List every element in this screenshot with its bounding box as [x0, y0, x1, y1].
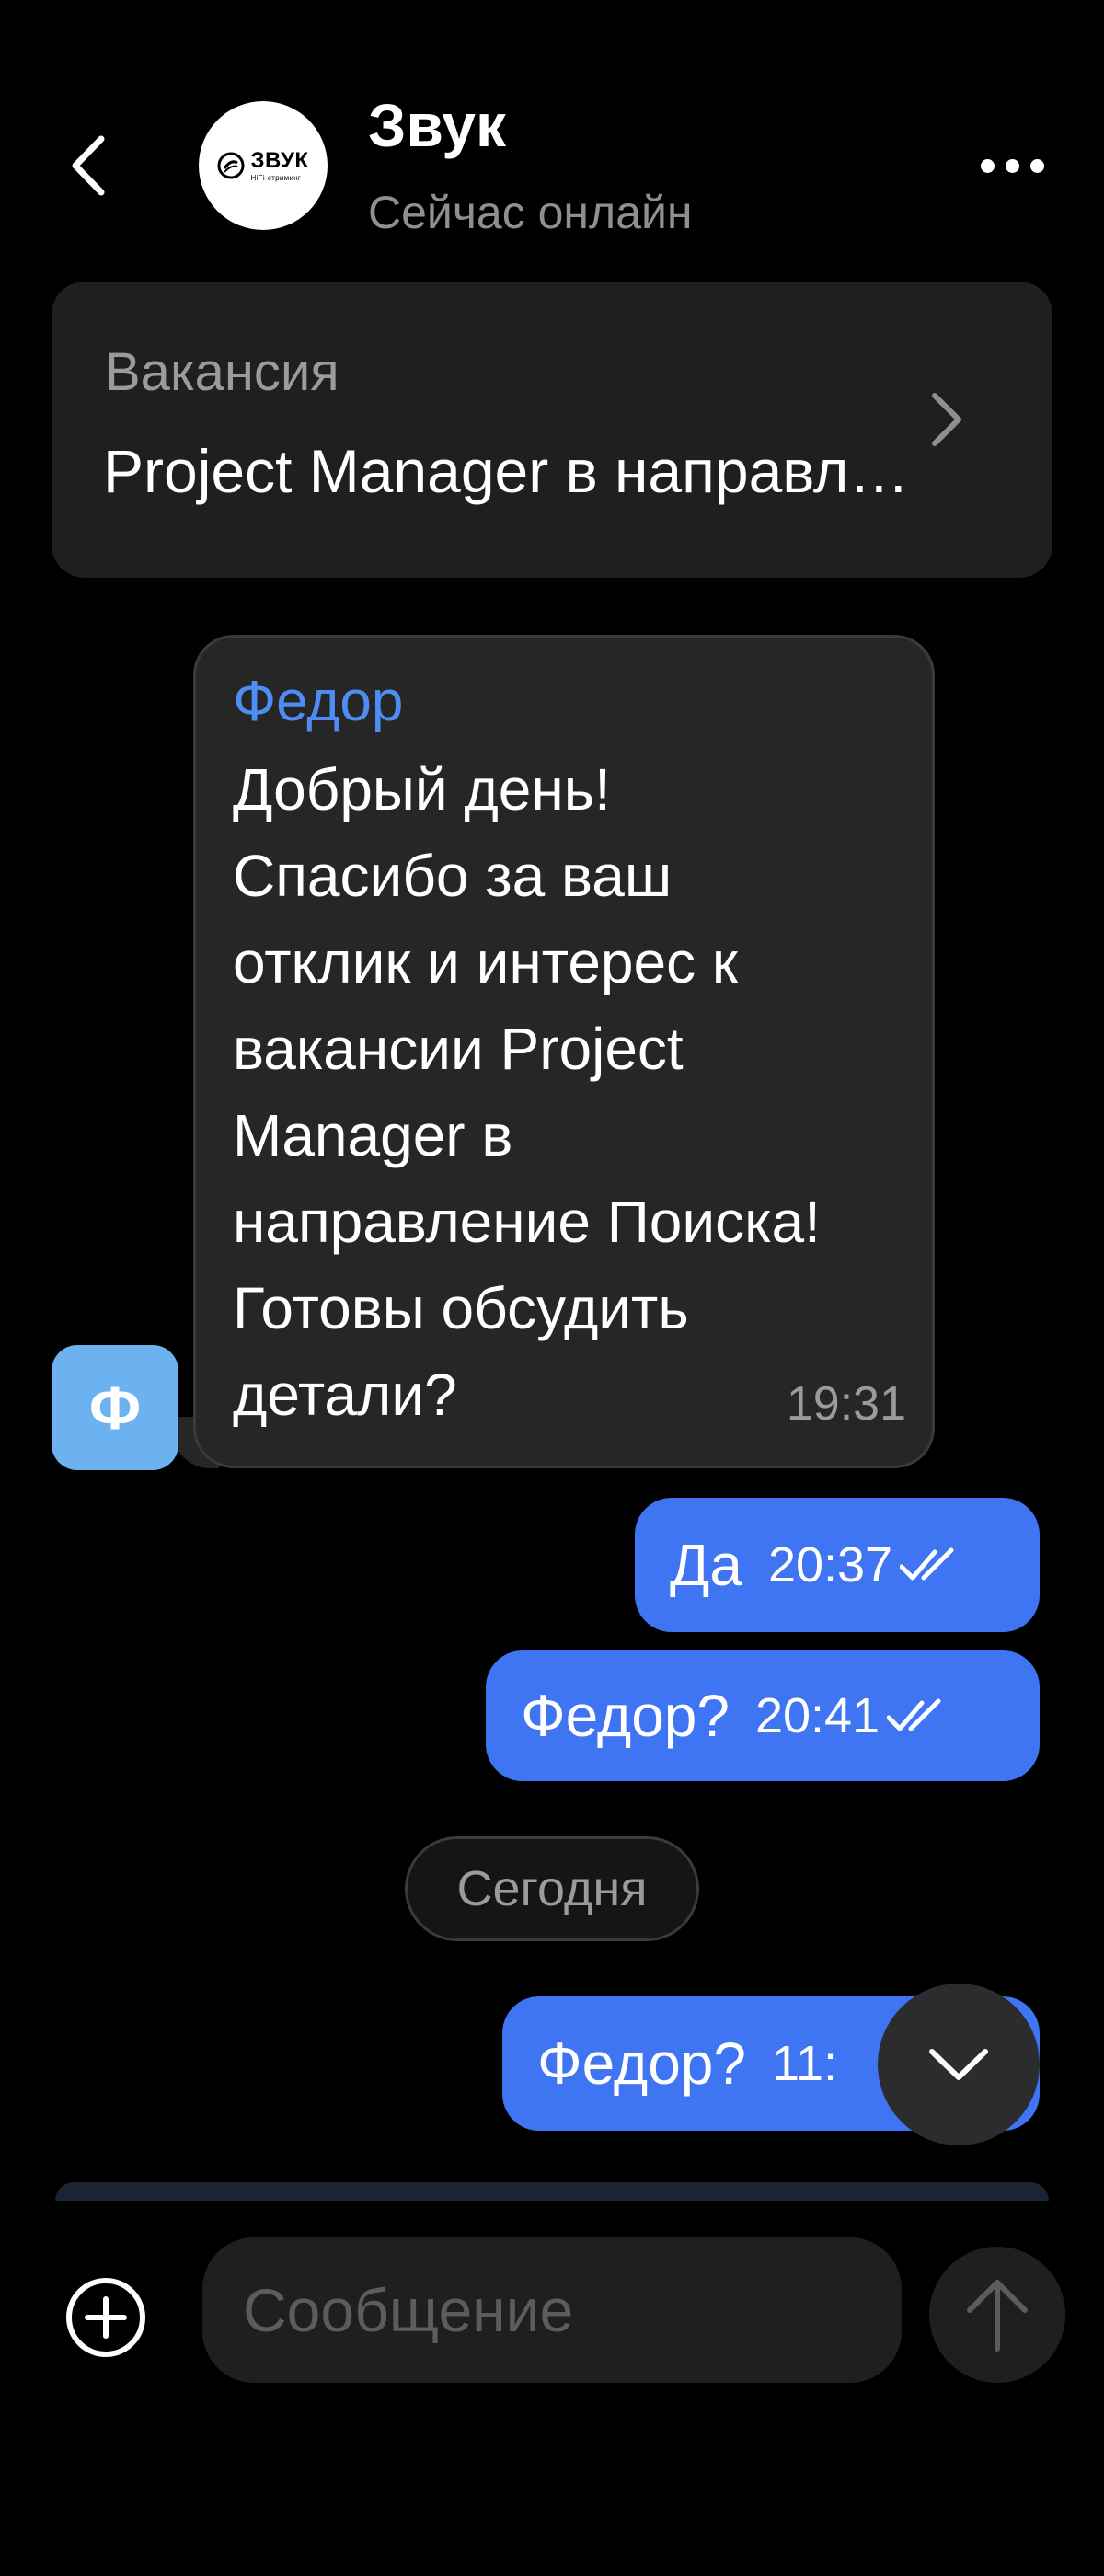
more-horizontal-icon: [1029, 158, 1044, 173]
message-text: Да: [670, 1532, 742, 1598]
message-time: 19:31: [786, 1377, 906, 1431]
vacancy-title: Project Manager в направление Поиска: [103, 437, 931, 505]
message-text: Федор?: [537, 2030, 746, 2097]
message-time: 20:41: [754, 1688, 880, 1743]
zvuk-logo: ЗВУК HiFi-стриминг: [217, 147, 309, 182]
sender-name: Федор: [233, 670, 404, 733]
message-time: 11:: [771, 2036, 838, 2091]
logo-subtext: HiFi-стриминг: [250, 173, 302, 182]
chevron-left-icon: [72, 135, 105, 196]
more-options-button[interactable]: [966, 138, 1058, 193]
send-button[interactable]: [929, 2247, 1065, 2383]
sender-avatar[interactable]: Ф: [52, 1345, 178, 1470]
vacancy-card[interactable]: Вакансия Project Manager в направление П…: [52, 282, 1052, 578]
double-check-icon: [900, 1547, 960, 1583]
message-text: Добрый день! Спасибо за ваш отклик и инт…: [233, 756, 821, 1428]
avatar[interactable]: ЗВУК HiFi-стриминг: [199, 101, 328, 230]
arrow-up-icon: [967, 2280, 1028, 2352]
more-horizontal-icon: [980, 158, 995, 173]
logo-text: ЗВУК: [250, 147, 309, 173]
message-time: 20:37: [767, 1537, 893, 1593]
chevron-right-icon: [932, 393, 961, 446]
outgoing-message[interactable]: Да 20:37: [635, 1498, 1040, 1632]
vacancy-label: Вакансия: [105, 342, 339, 402]
attach-button[interactable]: [61, 2272, 151, 2363]
chat-header: ЗВУК HiFi-стриминг Звук Сейчас онлайн: [0, 0, 1104, 267]
online-status: Сейчас онлайн: [368, 187, 693, 238]
outgoing-message[interactable]: Федор? 20:41: [486, 1650, 1040, 1781]
incoming-message[interactable]: Федор Добрый день! Спасибо за ваш отклик…: [193, 635, 935, 1468]
message-input[interactable]: [202, 2237, 902, 2383]
zvuk-logo-icon: [217, 152, 245, 179]
chat-title: Звук: [368, 91, 507, 159]
composer-divider: [55, 2182, 1049, 2201]
double-check-icon: [887, 1697, 948, 1734]
chevron-down-icon: [929, 2049, 988, 2080]
more-horizontal-icon: [1005, 158, 1019, 173]
plus-circle-icon: [66, 2278, 145, 2357]
scroll-down-button[interactable]: [878, 1984, 1040, 2145]
back-button[interactable]: [57, 129, 121, 202]
message-text: Федор?: [521, 1683, 730, 1749]
date-separator: Сегодня: [405, 1836, 699, 1941]
